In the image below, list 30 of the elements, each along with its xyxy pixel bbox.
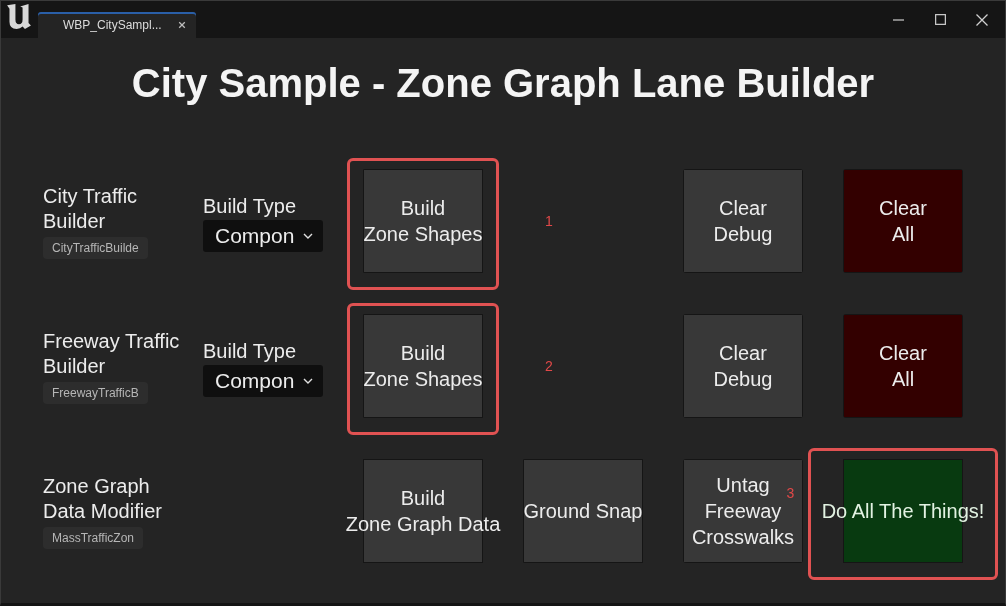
annotation-number: 2 bbox=[545, 358, 553, 374]
asset-tag: FreewayTrafficB bbox=[43, 381, 148, 404]
chevron-down-icon bbox=[303, 232, 313, 239]
annotation-number: 1 bbox=[545, 213, 553, 229]
maximize-icon[interactable] bbox=[935, 14, 946, 25]
close-icon[interactable] bbox=[976, 13, 988, 26]
builder-label: Freeway Traffic Builder bbox=[43, 328, 181, 379]
action-button[interactable]: Build Zone Shapes bbox=[361, 314, 485, 418]
build-type-label: Build Type bbox=[203, 339, 297, 362]
logo-icon[interactable] bbox=[7, 4, 31, 29]
action-button[interactable]: Build Zone Shapes bbox=[361, 169, 485, 273]
action-button[interactable]: Clear All bbox=[843, 169, 963, 273]
action-button[interactable]: Clear Debug bbox=[683, 314, 803, 418]
builder-label: City Traffic Builder bbox=[43, 183, 139, 234]
action-button[interactable]: Clear All bbox=[843, 314, 963, 418]
annotation-number: 3 bbox=[786, 485, 795, 501]
action-button[interactable]: Clear Debug bbox=[683, 169, 803, 273]
build-type-dropdown[interactable]: Compon bbox=[203, 219, 323, 252]
action-button[interactable]: Build Zone Graph Data bbox=[343, 459, 503, 563]
asset-tag: MassTrafficZon bbox=[43, 526, 144, 549]
build-type-dropdown[interactable]: Compon bbox=[203, 364, 323, 397]
document-tab[interactable]: WBP_CitySampl... bbox=[38, 12, 196, 38]
chevron-down-icon bbox=[303, 377, 313, 384]
action-button[interactable]: Ground Snap bbox=[521, 459, 645, 563]
builder-label: Zone Graph Data Modifier bbox=[43, 473, 163, 524]
build-type-label: Build Type bbox=[203, 194, 297, 217]
asset-tag: CityTrafficBuilde bbox=[43, 236, 148, 259]
minimize-icon[interactable] bbox=[893, 18, 904, 21]
page-heading: City Sample - Zone Graph Lane Builder bbox=[131, 60, 875, 106]
close-icon[interactable] bbox=[178, 21, 186, 29]
